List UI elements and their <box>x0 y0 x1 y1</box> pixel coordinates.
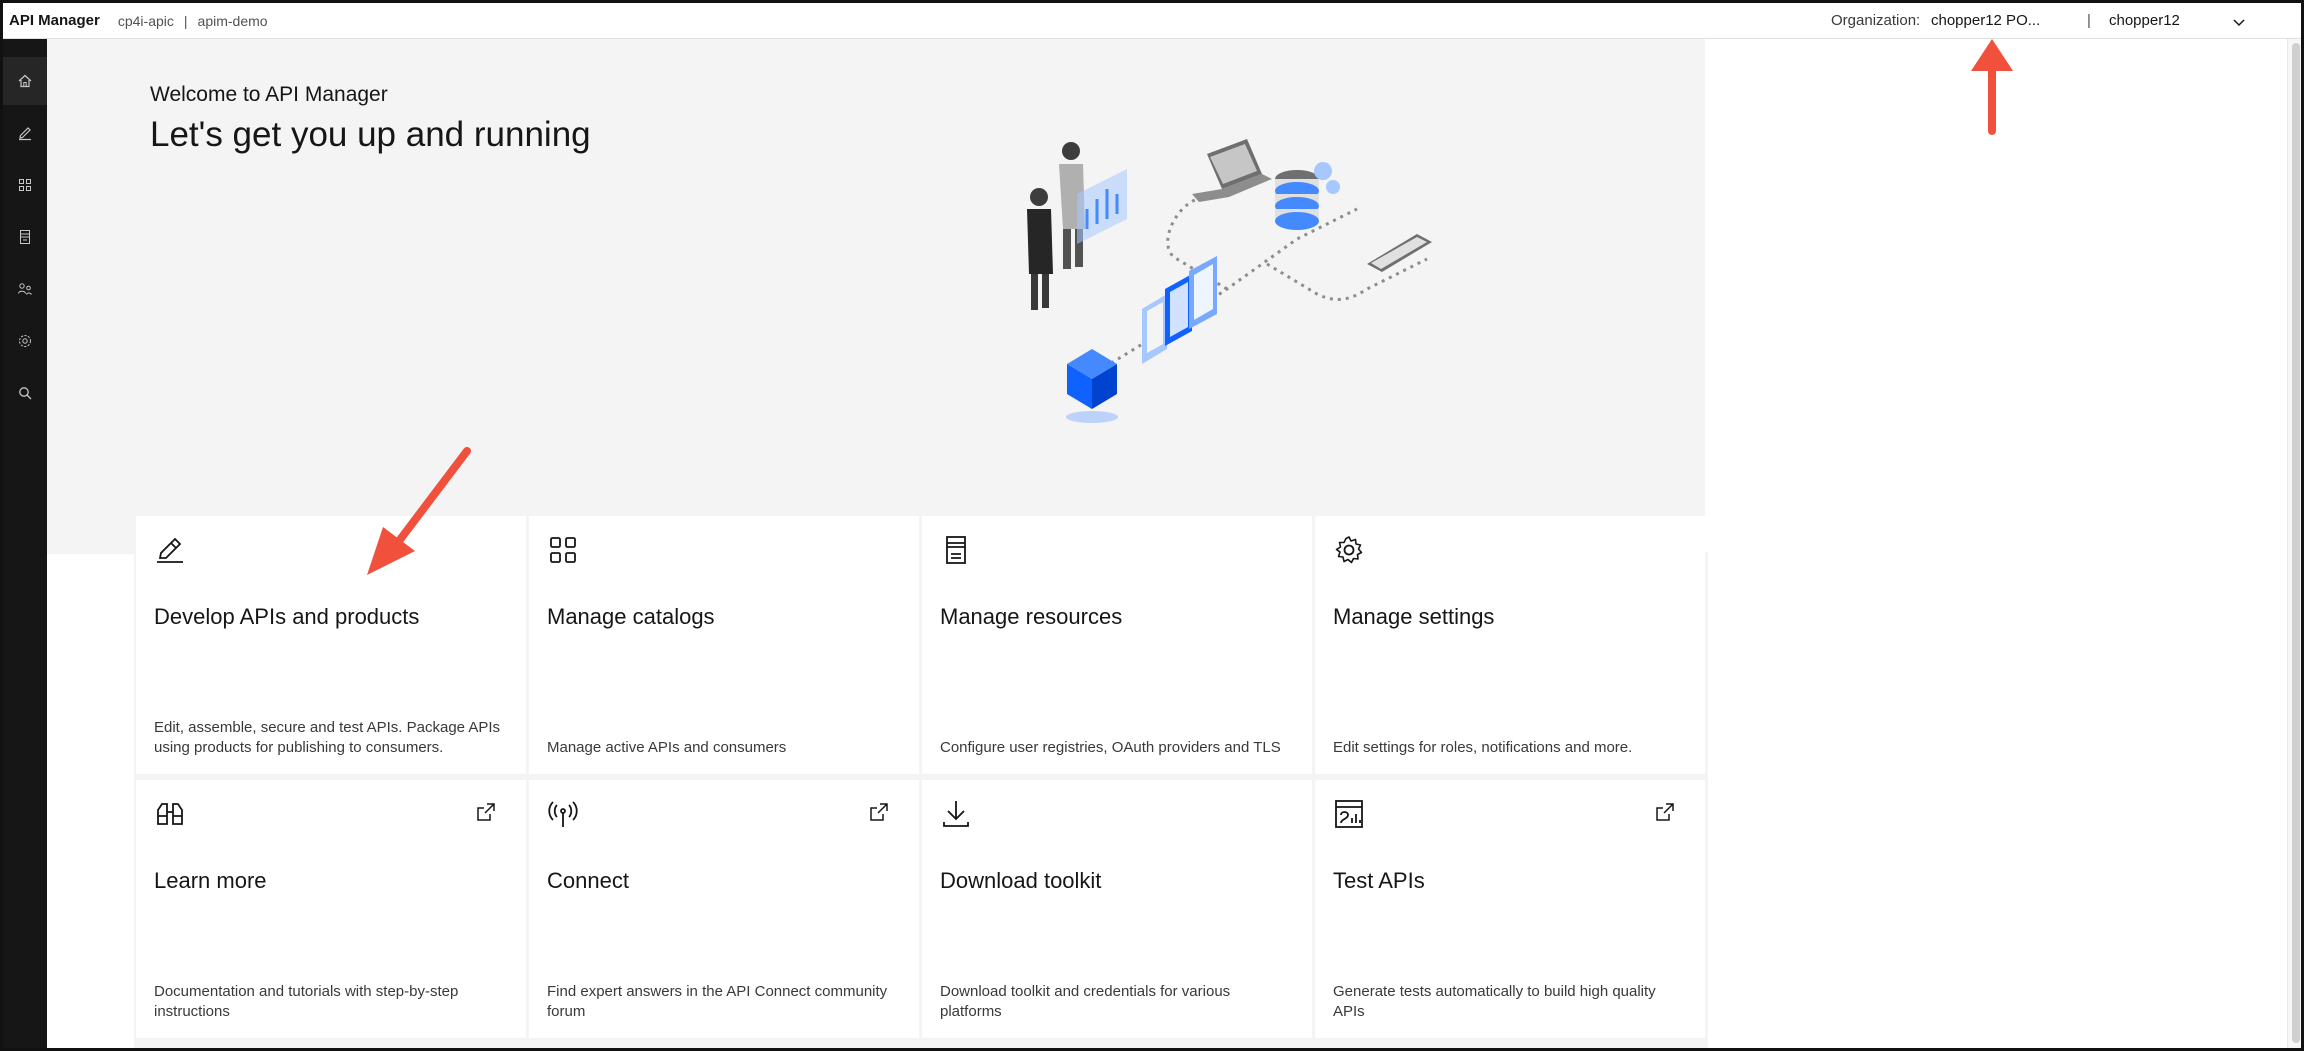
welcome-hero: Welcome to API Manager Let's get you up … <box>47 39 1705 483</box>
settings-icon <box>19 335 31 347</box>
launch-icon[interactable] <box>1655 802 1675 822</box>
header-separator: | <box>2087 12 2091 29</box>
tile-learn-more[interactable]: Learn more Documentation and tutorials w… <box>136 780 526 1038</box>
tile-settings[interactable]: Manage settings Edit settings for roles,… <box>1315 516 1705 774</box>
tile-resources-desc: Configure user registries, OAuth provide… <box>940 739 1281 756</box>
hero-illustration <box>1027 139 1432 423</box>
resources-icon <box>20 230 30 244</box>
phone-illustration <box>1367 234 1432 272</box>
breadcrumb: cp4i-apic | apim-demo <box>118 13 268 29</box>
tile-connect[interactable]: Connect Find expert answers in the API C… <box>529 780 919 1038</box>
tile-test-apis-desc: Generate tests automatically to build hi… <box>1333 983 1656 1020</box>
binoculars-icon <box>157 803 183 825</box>
tile-catalogs[interactable]: Manage catalogs Manage active APIs and c… <box>529 516 919 774</box>
nav-develop[interactable] <box>3 109 47 157</box>
pencil-icon <box>157 537 183 563</box>
nav-search[interactable] <box>3 369 47 417</box>
breadcrumb-namespace[interactable]: apim-demo <box>198 13 268 29</box>
nav-home[interactable] <box>3 57 47 105</box>
home-icon <box>18 74 32 88</box>
tile-resources[interactable]: Manage resources Configure user registri… <box>922 516 1312 774</box>
nav-settings[interactable] <box>3 317 47 365</box>
side-nav <box>3 39 47 1048</box>
download-icon <box>943 801 969 827</box>
tile-connect-title: Connect <box>547 868 629 893</box>
nav-resources[interactable] <box>3 213 47 261</box>
organization-label: Organization: <box>1831 12 1921 29</box>
top-header: API Manager cp4i-apic | apim-demo Organi… <box>3 3 2301 39</box>
launch-icon[interactable] <box>869 802 889 822</box>
chevron-down-icon[interactable] <box>2231 14 2247 30</box>
breadcrumb-cluster[interactable]: cp4i-apic <box>118 13 174 29</box>
test-chart-icon <box>1335 800 1363 828</box>
tile-develop-title: Develop APIs and products <box>154 604 420 629</box>
tile-test-apis-title: Test APIs <box>1333 868 1425 893</box>
breadcrumb-separator: | <box>183 12 188 29</box>
members-icon <box>18 283 32 295</box>
user-menu[interactable]: chopper12 <box>2109 12 2180 29</box>
tile-learn-more-desc: Documentation and tutorials with step-by… <box>154 983 459 1020</box>
edit-icon <box>19 127 31 141</box>
organization-selector[interactable]: chopper12 PO... <box>1931 12 2040 29</box>
database-illustration <box>1275 162 1340 230</box>
people-figures <box>1027 142 1127 310</box>
tile-learn-more-title: Learn more <box>154 868 267 893</box>
app-brand[interactable]: API Manager <box>9 12 100 29</box>
scrollbar-thumb[interactable] <box>2292 43 2300 1043</box>
search-icon <box>19 387 32 400</box>
tile-develop[interactable]: Develop APIs and products Edit, assemble… <box>136 516 526 774</box>
antenna-icon <box>548 801 578 827</box>
nav-members[interactable] <box>3 265 47 313</box>
tile-catalogs-title: Manage catalogs <box>547 604 715 629</box>
tile-connect-desc: Find expert answers in the API Connect c… <box>547 983 888 1020</box>
tile-settings-desc: Edit settings for roles, notifications a… <box>1333 739 1633 756</box>
catalog-icon <box>19 179 31 191</box>
tile-download-toolkit[interactable]: Download toolkit Download toolkit and cr… <box>922 780 1312 1038</box>
cube-illustration <box>1066 349 1118 423</box>
grid-icon <box>550 537 576 563</box>
api-blocks-illustration <box>1142 256 1217 364</box>
gear-icon <box>1335 536 1363 564</box>
tile-download-title: Download toolkit <box>940 868 1102 893</box>
vertical-scrollbar[interactable] <box>2287 39 2301 1048</box>
laptop-illustration <box>1192 139 1272 202</box>
tile-develop-desc: Edit, assemble, secure and test APIs. Pa… <box>154 719 501 756</box>
app-window: API Manager cp4i-apic | apim-demo Organi… <box>0 0 2304 1051</box>
tile-download-desc: Download toolkit and credentials for var… <box>940 983 1231 1020</box>
document-icon <box>946 536 966 564</box>
launch-icon[interactable] <box>476 802 496 822</box>
main-content: Welcome to API Manager Let's get you up … <box>47 39 2287 1048</box>
tile-test-apis[interactable]: Test APIs Generate tests automatically t… <box>1315 780 1705 1038</box>
tile-catalogs-desc: Manage active APIs and consumers <box>547 739 787 756</box>
tile-settings-title: Manage settings <box>1333 604 1495 629</box>
welcome-title: Let's get you up and running <box>150 115 591 154</box>
welcome-subtitle: Welcome to API Manager <box>150 83 388 106</box>
tile-resources-title: Manage resources <box>940 604 1123 629</box>
nav-catalogs[interactable] <box>3 161 47 209</box>
